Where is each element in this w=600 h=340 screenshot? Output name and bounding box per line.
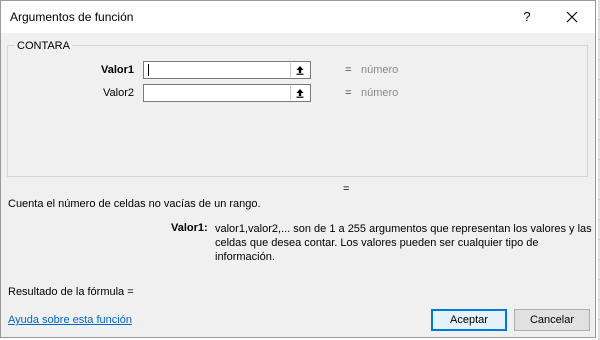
- function-name-label: CONTARA: [15, 40, 72, 52]
- arg-equals: =: [345, 64, 352, 76]
- text-caret: [148, 64, 149, 76]
- help-button[interactable]: ?: [513, 6, 541, 28]
- collapse-dialog-button[interactable]: [290, 86, 309, 100]
- arg-label-valor1: Valor1: [100, 64, 134, 76]
- valor1-field[interactable]: [143, 61, 311, 79]
- valor2-input[interactable]: [146, 86, 286, 100]
- function-result-equals: =: [343, 183, 350, 195]
- close-button[interactable]: [557, 6, 587, 28]
- arg-description-label: Valor1:: [171, 222, 208, 234]
- arg-result-valor1: número: [361, 64, 399, 76]
- close-icon: [566, 11, 578, 23]
- function-arguments-dialog: Argumentos de función ? CONTARA Valor1 =…: [0, 0, 596, 338]
- formula-result: Resultado de la fórmula =: [8, 286, 134, 298]
- cancel-button[interactable]: Cancelar: [514, 309, 590, 331]
- valor2-field[interactable]: [143, 84, 311, 102]
- valor1-input[interactable]: [146, 63, 286, 77]
- title-bar[interactable]: Argumentos de función ?: [1, 1, 595, 33]
- function-description: Cuenta el número de celdas no vacías de …: [8, 198, 261, 210]
- dialog-title: Argumentos de función: [10, 10, 134, 24]
- arg-label-valor2: Valor2: [103, 87, 134, 99]
- upload-arrow-icon: [296, 89, 304, 98]
- help-link[interactable]: Ayuda sobre esta función: [8, 314, 132, 326]
- arg-description-text: valor1,valor2,... son de 1 a 255 argumen…: [215, 223, 592, 263]
- upload-arrow-icon: [296, 66, 304, 75]
- arg-equals: =: [345, 87, 352, 99]
- arg-result-valor2: número: [361, 87, 399, 99]
- collapse-dialog-button[interactable]: [290, 63, 309, 77]
- ok-button[interactable]: Aceptar: [431, 309, 507, 331]
